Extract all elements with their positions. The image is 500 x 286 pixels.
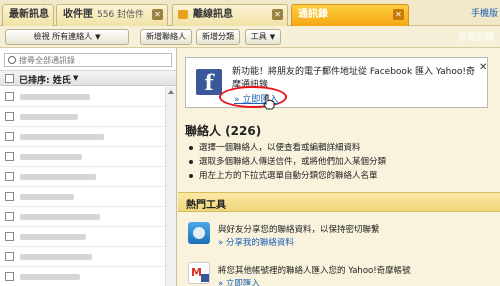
tab-label: 離線訊息 [193, 9, 233, 20]
search-input[interactable] [19, 55, 169, 66]
contact-row[interactable] [0, 127, 165, 147]
add-contact-label: 新增聯絡人 [146, 32, 186, 41]
contacts-panel: 已排序: 姓氏 ▼ [0, 48, 177, 286]
contact-checkbox[interactable] [5, 112, 14, 121]
close-icon[interactable]: ✕ [393, 9, 404, 20]
contact-name [20, 214, 100, 220]
tools-label: 工具 [250, 32, 267, 41]
chevron-down-icon: ▼ [269, 33, 276, 41]
contact-checkbox[interactable] [5, 172, 14, 181]
tab-label: 收件匣 [63, 9, 93, 20]
search-icon [8, 56, 16, 64]
add-group-label: 新增分類 [202, 32, 234, 41]
share-contact-link[interactable]: » 分享我的聯絡資料 [218, 236, 294, 248]
scroll-up-icon[interactable] [167, 88, 175, 96]
import-accounts-link[interactable]: » 立即匯入 [218, 277, 260, 286]
tool-description: 與好友分享您的聯絡資料，以保持密切聯繫 [218, 225, 380, 235]
toolbar: 檢視 所有連絡人 ▼ 新增聯絡人 新增分類 工具 ▼ 意見回饋 [0, 26, 500, 48]
add-contact-button[interactable]: 新增聯絡人 [140, 29, 192, 45]
main-content: f 新功能！將朋友的電子郵件地址從 Facebook 匯入 Yahoo!奇摩通訊… [178, 48, 500, 286]
sort-header[interactable]: 已排序: 姓氏 ▼ [0, 70, 176, 86]
tab-label: 最新訊息 [9, 9, 49, 20]
instruction-item: 選擇一個聯絡人，以便查看或編輯詳細資料 [189, 141, 489, 155]
select-all-checkbox[interactable] [5, 74, 14, 83]
tab-offline-messages[interactable]: 離線訊息 ✕ [172, 4, 288, 26]
tool-description: 將您其他帳號裡的聯絡人匯入您的 Yahoo!奇摩帳號 [218, 266, 411, 276]
popular-tools-header: 熱門工具 [178, 192, 500, 212]
contact-name [20, 194, 74, 200]
facebook-import-promo: f 新功能！將朋友的電子郵件地址從 Facebook 匯入 Yahoo!奇摩通訊… [185, 57, 488, 110]
scrollbar[interactable] [165, 87, 176, 286]
close-icon[interactable]: ✕ [479, 62, 487, 73]
search-box[interactable] [4, 53, 172, 67]
contact-name [20, 114, 78, 120]
close-icon[interactable]: ✕ [152, 9, 163, 20]
contact-row[interactable] [0, 207, 165, 227]
tab-inbox[interactable]: 收件匣 556 封信件 ✕ [56, 4, 168, 26]
tab-label: 通訊錄 [298, 9, 328, 20]
add-group-button[interactable]: 新增分類 [196, 29, 240, 45]
contact-name [20, 94, 90, 100]
contacts-count-title: 聯絡人 (226) [185, 124, 262, 138]
contact-row[interactable] [0, 227, 165, 247]
close-icon[interactable]: ✕ [272, 9, 283, 20]
instruction-item: 選取多個聯絡人傳送信件，或將他們加入某個分類 [189, 155, 489, 169]
sort-label: 已排序: 姓氏 [19, 76, 71, 86]
contact-row[interactable] [0, 107, 165, 127]
contact-row[interactable] [0, 147, 165, 167]
hand-cursor-icon [263, 94, 275, 110]
view-filter-label: 檢視 所有連絡人 [33, 32, 93, 41]
chevron-down-icon[interactable]: ▼ [73, 74, 78, 82]
popular-tools-title: 熱門工具 [186, 200, 226, 211]
contact-name [20, 234, 86, 240]
tools-dropdown[interactable]: 工具 ▼ [245, 29, 281, 45]
contact-checkbox[interactable] [5, 272, 14, 281]
contact-row[interactable] [0, 267, 165, 286]
contact-row[interactable] [0, 187, 165, 207]
contact-checkbox[interactable] [5, 152, 14, 161]
contact-name [20, 254, 92, 260]
chat-icon [178, 10, 188, 19]
contact-checkbox[interactable] [5, 132, 14, 141]
contact-row[interactable] [0, 247, 165, 267]
chevron-down-icon: ▼ [95, 33, 101, 41]
contact-row[interactable] [0, 87, 165, 107]
contact-checkbox[interactable] [5, 232, 14, 241]
contact-checkbox[interactable] [5, 212, 14, 221]
instruction-item: 用左上方的下拉式選單自動分類您的聯絡人名單 [189, 169, 489, 183]
contact-name [20, 134, 104, 140]
share-contact-card-icon [188, 222, 210, 244]
contact-row[interactable] [0, 167, 165, 187]
inbox-count: 556 封信件 [97, 10, 145, 20]
feedback-link[interactable]: 意見回饋 [458, 30, 494, 43]
instructions-list: 選擇一個聯絡人，以便查看或編輯詳細資料 選取多個聯絡人傳送信件，或將他們加入某個… [189, 141, 489, 183]
tab-bar: 最新訊息 收件匣 556 封信件 ✕ 離線訊息 ✕ 通訊錄 ✕ 手機版 [0, 0, 500, 26]
contact-checkbox[interactable] [5, 192, 14, 201]
tab-address-book[interactable]: 通訊錄 ✕ [291, 4, 409, 26]
contact-checkbox[interactable] [5, 92, 14, 101]
view-filter-dropdown[interactable]: 檢視 所有連絡人 ▼ [5, 29, 129, 45]
facebook-logo: f [196, 69, 222, 95]
import-accounts-icon: M [188, 262, 210, 284]
contact-name [20, 154, 82, 160]
mobile-link[interactable]: 手機版 [471, 6, 498, 19]
contact-name [20, 174, 96, 180]
contact-checkbox[interactable] [5, 252, 14, 261]
tab-latest-news[interactable]: 最新訊息 [2, 4, 54, 26]
contact-name [20, 274, 80, 280]
